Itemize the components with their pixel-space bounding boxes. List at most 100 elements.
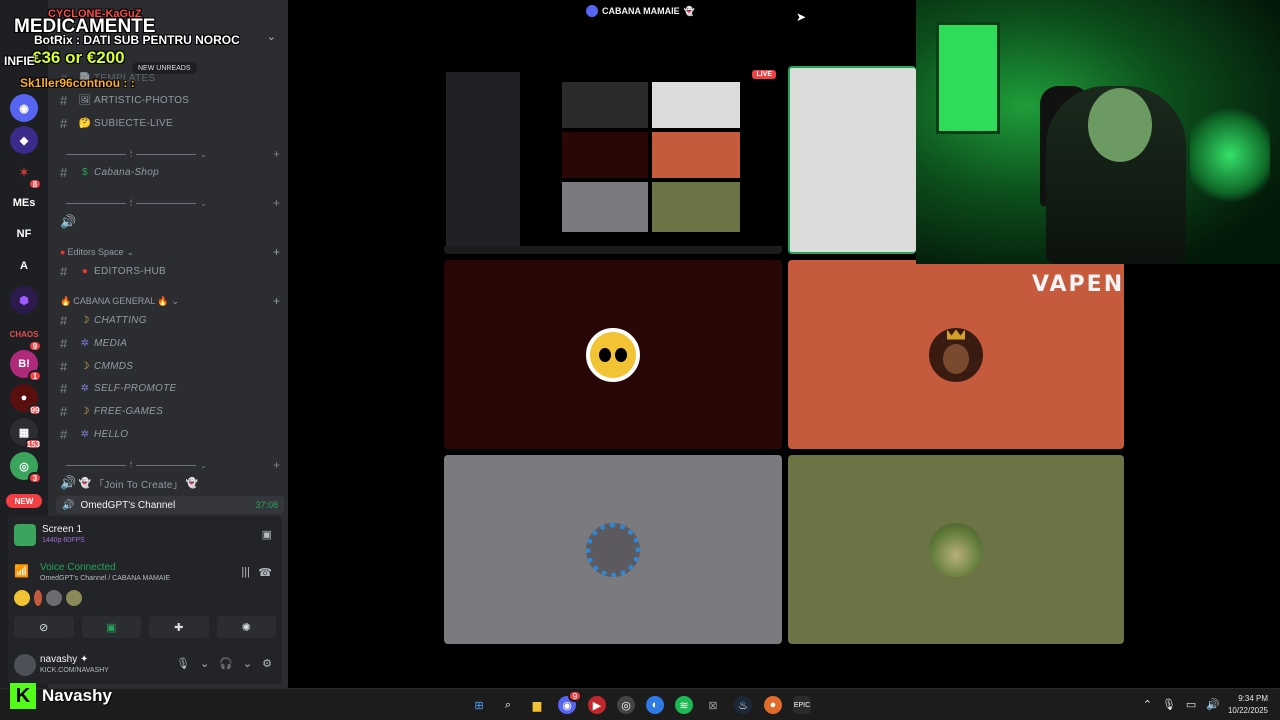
voice-status: Voice Connected: [40, 562, 116, 573]
channel-media[interactable]: # ✲ MEDIA: [60, 333, 280, 353]
chevron-down-icon[interactable]: ⌄: [243, 657, 252, 670]
server-icon[interactable]: ⬢: [10, 286, 38, 314]
headphones-icon[interactable]: 🎧: [219, 657, 233, 670]
avatar[interactable]: [14, 654, 36, 676]
activities-button[interactable]: ✚: [149, 616, 209, 638]
stop-stream-icon[interactable]: ▣: [262, 528, 272, 541]
preview-taskbar: [444, 246, 782, 254]
network-icon[interactable]: ▭: [1186, 698, 1196, 711]
mic-icon[interactable]: 🎙: [1162, 698, 1176, 711]
clock[interactable]: 9:34 PM 10/22/2025: [1228, 693, 1268, 717]
media-player-icon[interactable]: ▶: [588, 696, 606, 714]
add-channel-icon[interactable]: +: [273, 147, 280, 161]
tile-blank[interactable]: [788, 66, 916, 254]
app-icon[interactable]: ●: [764, 696, 782, 714]
add-channel-icon[interactable]: +: [273, 245, 280, 259]
chevron-down-icon: ⌄: [200, 460, 207, 470]
channel-cmmds[interactable]: # ☽ CMMDS: [60, 356, 280, 376]
avatar[interactable]: [66, 590, 82, 606]
webcam-plant: [1190, 100, 1270, 210]
discord-icon[interactable]: ◉ 9: [558, 690, 582, 714]
user-panel: navashy ✦ KICK.COM/NAVASHY 🎙 ⌄ 🎧 ⌄ ⚙: [8, 648, 282, 682]
server-icon[interactable]: ◎ 3: [10, 452, 42, 484]
channel-hello[interactable]: # ✲ HELLO: [60, 424, 280, 444]
xbox-icon[interactable]: ⊠: [704, 696, 722, 714]
channel-subiecte-live[interactable]: # 🤔 SUBIECTE-LIVE: [60, 113, 280, 133]
screen-share-button[interactable]: ▣: [81, 616, 141, 638]
channel-name: SELF-PROMOTE: [94, 382, 177, 394]
avatar[interactable]: [46, 590, 62, 606]
spotify-icon[interactable]: ≋: [675, 696, 693, 714]
tile-field[interactable]: [788, 455, 1124, 644]
server-icon[interactable]: MEs: [10, 189, 38, 217]
add-channel-icon[interactable]: +: [273, 196, 280, 210]
steam-icon[interactable]: ♨: [734, 696, 752, 714]
new-pill[interactable]: NEW: [6, 494, 42, 508]
category-editors-space[interactable]: ● Editors Space ⌄ +: [60, 245, 284, 259]
bug-icon: ✲: [80, 337, 90, 349]
noise-suppression-icon[interactable]: |||: [241, 566, 250, 578]
chevron-up-icon[interactable]: ⌃: [1143, 698, 1152, 711]
bug-icon: ✲: [80, 428, 90, 440]
channel-self-promote[interactable]: # ✲ SELF-PROMOTE: [60, 378, 280, 398]
search-icon[interactable]: ⌕: [499, 696, 517, 714]
chrome-icon[interactable]: ◎: [617, 696, 635, 714]
screen-share-status[interactable]: Screen 1 1440p 60FPS ▣: [14, 522, 276, 548]
channel-name: HELLO: [94, 428, 129, 440]
category-divider[interactable]: 🕯 ⌄ +: [62, 458, 280, 472]
server-icon[interactable]: B! 1: [10, 350, 42, 382]
server-folder-icon[interactable]: ▦ 153: [10, 418, 42, 450]
mic-icon[interactable]: 🎙: [176, 657, 190, 670]
divider-line: [66, 202, 126, 204]
server-icon[interactable]: ● 99: [10, 384, 42, 416]
category-cabana-general[interactable]: 🔥 CABANA GENERAL 🔥 ⌄ +: [60, 294, 284, 308]
disconnect-icon[interactable]: ☎: [258, 566, 272, 579]
server-icon[interactable]: ✶ 8: [10, 158, 42, 190]
kick-logo-icon: K: [10, 683, 36, 709]
channel-chatting[interactable]: # ☽ CHATTING: [60, 310, 280, 330]
category-divider[interactable]: 🕯 ⌄ +: [62, 196, 280, 210]
system-tray: ⌃ 🎙 ▭ 🔊: [1143, 698, 1220, 711]
divider-line: [66, 153, 126, 155]
hash-icon: #: [60, 426, 68, 442]
channel-free-games[interactable]: # ☽ FREE-GAMES: [60, 401, 280, 421]
screen-thumbnail: [14, 524, 36, 546]
channel-join-to-create[interactable]: 🔊 👻 「Join To Create」 👻: [60, 473, 280, 493]
chevron-down-icon: ⌄: [200, 198, 207, 208]
speaker-icon: 🔊: [62, 499, 75, 511]
folder-icon[interactable]: ▆: [528, 696, 546, 714]
channel-editors-hub[interactable]: # ● EDITORS-HUB: [60, 261, 280, 281]
avatar[interactable]: [14, 590, 30, 606]
channel-cabana-shop[interactable]: # $ Cabana-Shop: [60, 162, 280, 182]
tile-skulls[interactable]: [444, 455, 782, 644]
chat-line: BotRix : DATI SUB PENTRU NOROC: [34, 33, 240, 47]
tile-owl[interactable]: [444, 260, 782, 449]
epic-games-icon[interactable]: EPIC: [793, 696, 811, 714]
add-channel-icon[interactable]: +: [273, 294, 280, 308]
camera-off-button[interactable]: ⊘: [14, 616, 74, 638]
voice-channel-unnamed[interactable]: 🔊: [60, 212, 280, 232]
server-icon[interactable]: CHAOS 9: [10, 320, 42, 352]
ping-badge: 1: [28, 370, 42, 382]
windows-start-icon[interactable]: ⊞: [470, 696, 488, 714]
volume-icon[interactable]: 🔊: [1206, 698, 1220, 711]
active-voice-channel[interactable]: 🔊 OmedGPT's Channel 37:08: [56, 496, 284, 514]
voice-channel-name: OmedGPT's Channel: [80, 499, 176, 511]
voice-timer: 37:08: [255, 500, 278, 510]
category-divider[interactable]: 🕯 ⌄ +: [62, 147, 280, 161]
gear-icon[interactable]: ⚙: [262, 657, 272, 670]
server-icon[interactable]: ◆: [10, 126, 38, 154]
add-channel-icon[interactable]: +: [273, 458, 280, 472]
tile-stream-preview[interactable]: LIVE: [444, 66, 782, 254]
soundboard-button[interactable]: ✺: [216, 616, 276, 638]
server-icon[interactable]: A: [10, 252, 38, 280]
fire-icon: 🔥: [60, 295, 72, 306]
avatar[interactable]: [34, 590, 42, 606]
browser-icon[interactable]: ◐: [646, 696, 664, 714]
chevron-down-icon[interactable]: ⌄: [267, 30, 276, 43]
divider-line: [66, 464, 126, 466]
channel-name: FREE-GAMES: [94, 405, 164, 417]
user-status: KICK.COM/NAVASHY: [40, 667, 109, 674]
chevron-down-icon[interactable]: ⌄: [200, 657, 209, 670]
server-icon[interactable]: NF: [10, 220, 38, 248]
